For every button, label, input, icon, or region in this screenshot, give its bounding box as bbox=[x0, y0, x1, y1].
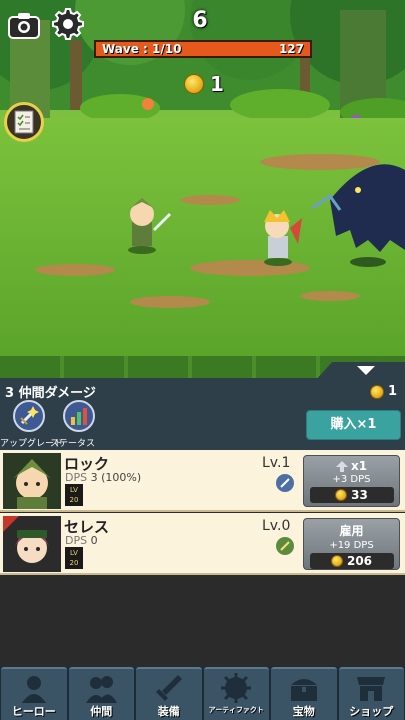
upgrade-button[interactable] bbox=[13, 400, 45, 432]
hero-dps: DPS 3 (100%) bbox=[65, 471, 141, 484]
party-coin-count: 1 bbox=[387, 384, 397, 399]
coin-counter: 1 bbox=[184, 72, 224, 96]
hero-portrait bbox=[3, 453, 61, 509]
settings-button[interactable] bbox=[52, 8, 84, 40]
wave-timer: 6 bbox=[192, 8, 208, 33]
treasure-icon bbox=[290, 679, 317, 701]
dps-value: 0 bbox=[90, 534, 98, 547]
sword-upgrade-icon bbox=[20, 406, 39, 425]
sword-icon bbox=[155, 675, 182, 701]
coin-icon bbox=[369, 384, 384, 399]
nav-tab-equipment[interactable]: 装備 bbox=[136, 667, 202, 720]
shop-icon bbox=[357, 677, 386, 701]
hero-level: Lv.1 bbox=[262, 455, 291, 471]
empty-list-area bbox=[0, 577, 405, 667]
nav-label: ヒーロー bbox=[11, 705, 56, 718]
wave-label: Wave : 1/10 bbox=[102, 42, 182, 56]
nav-tab-companions[interactable]: 仲間 bbox=[68, 667, 134, 720]
companions-icon bbox=[86, 676, 118, 703]
level-up-amount: x1 bbox=[350, 459, 368, 473]
party-damage-title: 3 仲間ダメージ bbox=[5, 386, 96, 401]
buy-quantity-button[interactable]: 購入×1 bbox=[306, 410, 401, 440]
nav-label: 装備 bbox=[157, 705, 180, 718]
enemy-hp-bar: Wave : 1/10 127 bbox=[94, 40, 312, 58]
hero-portrait bbox=[3, 516, 61, 572]
skill-staff-icon[interactable] bbox=[276, 537, 294, 555]
mage-portrait-icon bbox=[3, 516, 61, 572]
knight-portrait-icon bbox=[3, 453, 61, 509]
quest-button[interactable] bbox=[4, 102, 44, 142]
hero-level: Lv.0 bbox=[262, 518, 291, 534]
bottom-nav: ヒーロー 仲間 装備 アーティファクト 宝物 ショップ bbox=[0, 667, 405, 720]
hire-label: 雇用 bbox=[339, 524, 364, 538]
nav-label: ショップ bbox=[349, 705, 394, 718]
level-up-dps: +3 DPS bbox=[332, 474, 371, 485]
level-up-button[interactable]: x1 +3 DPS 33 bbox=[303, 455, 400, 507]
dps-value: 3 (100%) bbox=[90, 471, 142, 484]
dps-label: DPS bbox=[65, 534, 88, 547]
skill-sword-icon[interactable] bbox=[276, 474, 294, 492]
hero-row: LV 20 セレス DPS 0 Lv.0 雇用 +19 DPS 206 bbox=[0, 513, 405, 575]
coin-icon bbox=[335, 489, 348, 501]
hire-dps: +19 DPS bbox=[329, 540, 374, 551]
screenshot-camera-button[interactable] bbox=[8, 12, 40, 40]
party-panel-header: 3 仲間ダメージ 1 アップグレード ステータス 購入×1 bbox=[0, 366, 405, 450]
hero-dps: DPS 0 bbox=[65, 534, 98, 547]
hire-button[interactable]: 雇用 +19 DPS 206 bbox=[303, 518, 400, 570]
hire-cost: 206 bbox=[346, 554, 373, 568]
hero-row: LV 20 ロック DPS 3 (100%) Lv.1 x1 +3 DPS 33 bbox=[0, 450, 405, 512]
artifact-icon bbox=[221, 673, 252, 703]
hero-icon bbox=[21, 676, 46, 703]
arrow-up-icon bbox=[335, 460, 348, 472]
nav-label: アーティファクト bbox=[208, 706, 264, 714]
status-label: ステータス bbox=[50, 439, 96, 449]
battle-scene: 6 Wave : 1/10 127 1 bbox=[0, 0, 405, 380]
status-button[interactable] bbox=[63, 400, 95, 432]
nav-label: 仲間 bbox=[90, 705, 113, 718]
nav-label: 宝物 bbox=[292, 705, 315, 718]
coin-icon bbox=[330, 555, 343, 567]
nav-tab-shop[interactable]: ショップ bbox=[338, 667, 404, 720]
nav-tab-treasure[interactable]: 宝物 bbox=[271, 667, 337, 720]
party-coin-counter: 1 bbox=[369, 384, 397, 399]
collapse-arrow-icon[interactable] bbox=[357, 366, 375, 375]
nav-tab-artifact[interactable]: アーティファクト bbox=[203, 667, 269, 720]
coin-count: 1 bbox=[210, 72, 224, 96]
portrait-level-tag: LV 20 bbox=[65, 484, 83, 506]
gear-icon bbox=[52, 8, 84, 40]
bar-chart-icon bbox=[71, 408, 87, 425]
camera-icon bbox=[8, 13, 40, 39]
portrait-level-tag: LV 20 bbox=[65, 547, 83, 569]
dps-label: DPS bbox=[65, 471, 88, 484]
coin-icon bbox=[184, 74, 204, 94]
enemy-hp-value: 127 bbox=[278, 42, 304, 56]
level-up-cost: 33 bbox=[351, 488, 368, 502]
checklist-icon bbox=[14, 110, 34, 134]
nav-tab-hero[interactable]: ヒーロー bbox=[1, 667, 67, 720]
